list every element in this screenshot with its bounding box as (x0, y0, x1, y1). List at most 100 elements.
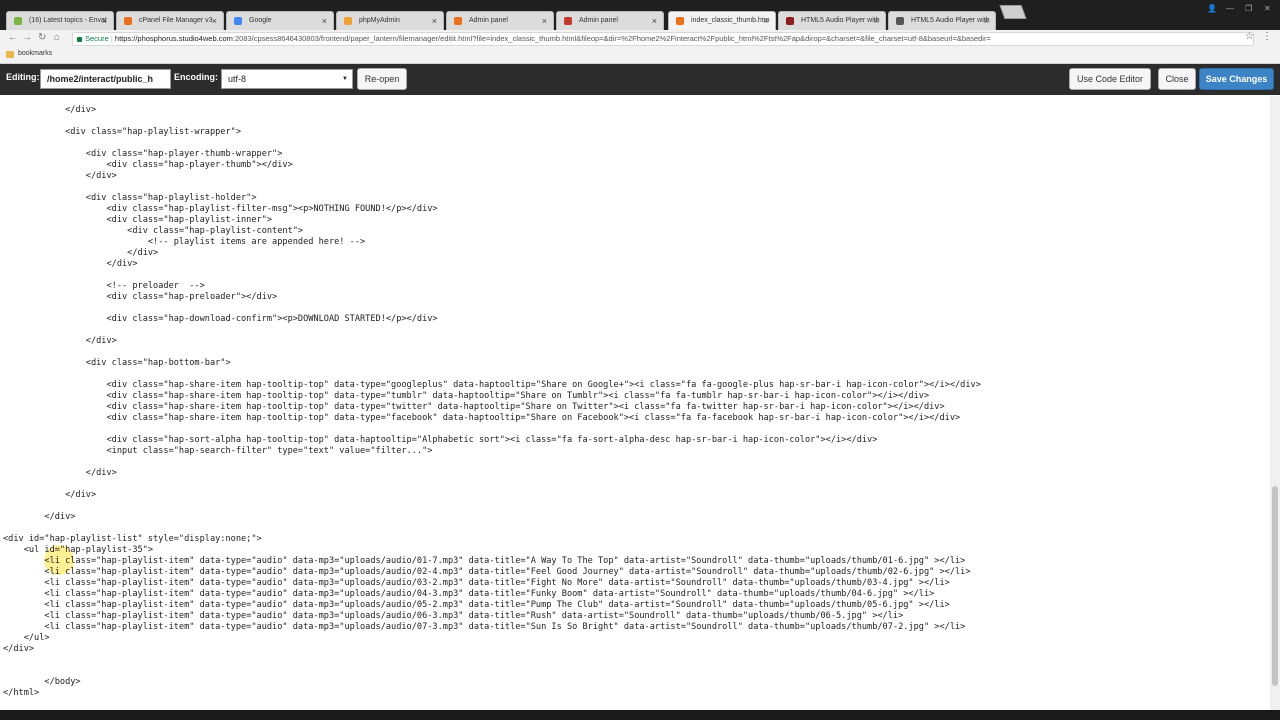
code-line: <div class="hap-playlist-content"> (3, 226, 304, 236)
tab-close-icon[interactable]: × (652, 12, 657, 30)
tab-label: index_classic_thumb.htm (691, 17, 770, 24)
editor-toolbar: Editing: /home2/interact/public_h Encodi… (0, 64, 1280, 95)
code-line: <div class="hap-share-item hap-tooltip-t… (3, 402, 945, 412)
encoding-select[interactable]: utf-8 ▼ (221, 69, 353, 89)
code-line: <li class="hap-playlist-item" data-type=… (3, 578, 950, 588)
user-icon[interactable]: 👤 (1207, 0, 1217, 18)
encoding-value: utf-8 (228, 74, 247, 84)
vertical-scrollbar[interactable] (1270, 96, 1280, 710)
reload-icon[interactable]: ↻ (38, 32, 46, 43)
code-line: <div class="hap-share-item hap-tooltip-t… (3, 391, 930, 401)
encoding-label: Encoding: (174, 72, 218, 82)
tab-close-icon[interactable]: × (102, 12, 107, 30)
bottom-bar (0, 710, 1280, 720)
code-line: <div class="hap-preloader"></div> (3, 292, 278, 302)
favicon-icon (564, 17, 572, 25)
tab-label: Admin panel (579, 17, 618, 24)
tab-label: phpMyAdmin (359, 17, 400, 24)
code-line: <div class="hap-sort-alpha hap-tooltip-t… (3, 435, 878, 445)
code-line: <div id="hap-playlist-list" style="displ… (3, 534, 262, 544)
tab-5[interactable]: Admin panel × (556, 11, 664, 30)
secure-label: Secure (85, 34, 109, 43)
tab-strip: (16) Latest topics - Envat × cPanel File M… (0, 0, 1280, 30)
scrollbar-thumb[interactable] (1272, 486, 1278, 686)
code-line: </div> (3, 468, 117, 478)
code-line: <div class="hap-playlist-holder"> (3, 193, 257, 203)
code-line: <div class="hap-share-item hap-tooltip-t… (3, 380, 981, 390)
code-line: <li class="hap-playlist-item" data-type=… (3, 622, 966, 632)
favicon-icon (786, 17, 794, 25)
code-line: </div> (3, 336, 117, 346)
forward-icon[interactable]: → (22, 32, 32, 43)
tab-8[interactable]: HTML5 Audio Player with × (888, 11, 996, 30)
code-line: </div> (3, 105, 97, 115)
tab-label: cPanel File Manager v3 (139, 17, 213, 24)
minimize-icon[interactable]: — (1226, 0, 1234, 18)
tab-label: (16) Latest topics - Envat (29, 17, 107, 24)
tab-label: Google (249, 17, 272, 24)
back-icon[interactable]: ← (8, 32, 18, 43)
chevron-down-icon: ▼ (342, 76, 348, 82)
tab-label: HTML5 Audio Player with (801, 17, 880, 24)
favicon-icon (14, 17, 22, 25)
favicon-icon (454, 17, 462, 25)
favicon-icon (234, 17, 242, 25)
favicon-icon (676, 17, 684, 25)
tab-2[interactable]: Google × (226, 11, 334, 30)
code-line: <!-- playlist items are appended here! -… (3, 237, 366, 247)
tab-close-icon[interactable]: × (542, 12, 547, 30)
tab-close-icon[interactable]: × (322, 12, 327, 30)
code-textarea[interactable]: </div> <div class="hap-playlist-wrapper"… (0, 96, 1270, 710)
code-line: <div class="hap-download-confirm"><p>DOW… (3, 314, 438, 324)
tab-label: Admin panel (469, 17, 508, 24)
code-line: <div class="hap-playlist-inner"> (3, 215, 273, 225)
tab-1[interactable]: cPanel File Manager v3 × (116, 11, 224, 30)
code-line: <li class="hap-playlist-item" data-type=… (3, 556, 966, 566)
code-line: <li class="hap-playlist-item" data-type=… (3, 611, 904, 621)
favicon-icon (344, 17, 352, 25)
tab-close-icon[interactable]: × (984, 12, 989, 30)
editing-label: Editing: (6, 72, 40, 82)
tab-label: HTML5 Audio Player with (911, 17, 990, 24)
tab-0[interactable]: (16) Latest topics - Envat × (6, 11, 114, 30)
code-line: </div> (3, 512, 76, 522)
code-line: <!-- preloader --> (3, 281, 205, 291)
url-input[interactable]: Secure | https://phosphorus.studio4web.c… (72, 32, 1254, 46)
tab-close-icon[interactable]: × (764, 12, 769, 30)
favicon-icon (124, 17, 132, 25)
code-line: <input class="hap-search-filter" type="t… (3, 446, 433, 456)
tab-4[interactable]: Admin panel × (446, 11, 554, 30)
tab-close-icon[interactable]: × (874, 12, 879, 30)
restore-icon[interactable]: ❐ (1245, 0, 1252, 18)
url-separator: | (110, 34, 113, 43)
save-changes-button[interactable]: Save Changes (1199, 68, 1274, 90)
code-line: <div class="hap-player-thumb"></div> (3, 160, 293, 170)
bookmark-star-icon[interactable]: ☆ (1245, 31, 1254, 42)
bookmarks-bar: bookmarks (0, 48, 1280, 64)
file-path-input[interactable]: /home2/interact/public_h (40, 69, 171, 89)
code-line: <li class="hap-playlist-item" data-type=… (3, 567, 971, 577)
code-line: <div class="hap-playlist-wrapper"> (3, 127, 241, 137)
code-line: <div class="hap-share-item hap-tooltip-t… (3, 413, 961, 423)
code-line: </div> (3, 248, 159, 258)
bookmarks-folder[interactable]: bookmarks (18, 50, 52, 57)
code-line: <div class="hap-playlist-filter-msg"><p>… (3, 204, 438, 214)
menu-icon[interactable]: ⋮ (1262, 31, 1272, 42)
code-line: </ul> (3, 633, 50, 643)
lock-icon (77, 36, 82, 42)
url-path: :2083/cpsess8646430803/frontend/paper_la… (232, 34, 991, 43)
close-button[interactable]: Close (1158, 68, 1196, 90)
tab-6[interactable]: index_classic_thumb.htm × (668, 11, 776, 30)
home-icon[interactable]: ⌂ (54, 32, 60, 43)
tab-close-icon[interactable]: × (432, 12, 437, 30)
window-close-icon[interactable]: ✕ (1264, 0, 1271, 18)
tab-7[interactable]: HTML5 Audio Player with × (778, 11, 886, 30)
reopen-button[interactable]: Re-open (357, 68, 407, 90)
new-tab-button[interactable] (999, 5, 1027, 19)
use-code-editor-button[interactable]: Use Code Editor (1069, 68, 1151, 90)
tab-close-icon[interactable]: × (212, 12, 217, 30)
tab-3[interactable]: phpMyAdmin × (336, 11, 444, 30)
folder-icon (6, 51, 14, 58)
tab-list: (16) Latest topics - Envat × cPanel File M… (0, 11, 1280, 30)
favicon-icon (896, 17, 904, 25)
